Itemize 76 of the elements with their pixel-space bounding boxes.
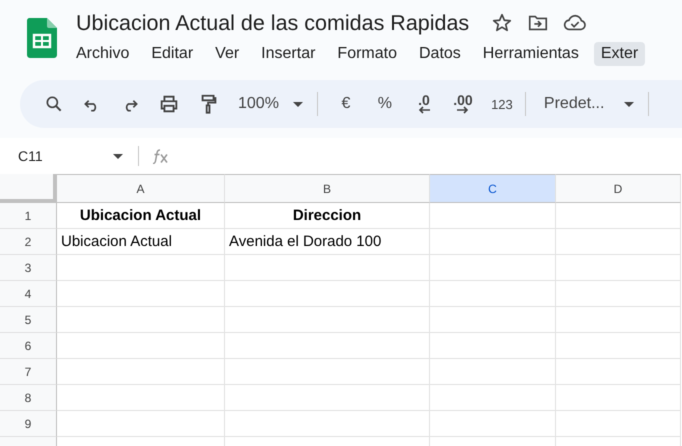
table-cell[interactable]: [57, 385, 225, 411]
table-cell[interactable]: [556, 333, 681, 359]
table-cell[interactable]: [430, 385, 556, 411]
row-header[interactable]: 9: [0, 411, 57, 437]
row-header[interactable]: 4: [0, 281, 57, 307]
row-header[interactable]: 6: [0, 333, 57, 359]
column-header[interactable]: B: [225, 174, 430, 203]
row-header[interactable]: 8: [0, 385, 57, 411]
table-cell[interactable]: Ubicacion Actual: [57, 203, 225, 229]
table-cell[interactable]: [225, 307, 430, 333]
table-cell[interactable]: [430, 281, 556, 307]
table-cell[interactable]: [430, 411, 556, 437]
table-cell[interactable]: [556, 203, 681, 229]
table-cell[interactable]: [556, 229, 681, 255]
number-format-button[interactable]: 123: [486, 96, 518, 112]
print-icon[interactable]: [158, 93, 180, 115]
table-cell[interactable]: Ubicacion Actual: [57, 229, 225, 255]
table-cell[interactable]: [556, 255, 681, 281]
column-header[interactable]: A: [57, 174, 225, 203]
table-cell[interactable]: [225, 281, 430, 307]
table-cell[interactable]: [556, 359, 681, 385]
row-header[interactable]: 7: [0, 359, 57, 385]
column-header[interactable]: D: [556, 174, 681, 203]
table-cell[interactable]: [430, 333, 556, 359]
table-cell[interactable]: Avenida el Dorado 100: [225, 229, 430, 255]
table-cell[interactable]: [225, 359, 430, 385]
menu-item[interactable]: Archivo: [69, 42, 136, 66]
right-arrow-icon: [456, 106, 469, 114]
table-cell[interactable]: [556, 411, 681, 437]
table-cell[interactable]: [556, 307, 681, 333]
menu-item[interactable]: Herramientas: [476, 42, 586, 66]
table-cell[interactable]: [430, 255, 556, 281]
caret-icon: [624, 102, 634, 106]
table-cell[interactable]: Direccion: [225, 203, 430, 229]
menu-item[interactable]: Formato: [330, 42, 404, 66]
menu-item[interactable]: Datos: [412, 42, 468, 66]
search-icon[interactable]: [44, 94, 64, 114]
column-header[interactable]: C: [430, 174, 556, 203]
row-header[interactable]: 3: [0, 255, 57, 281]
menu-item[interactable]: Exter: [594, 42, 646, 66]
sheets-logo-icon[interactable]: [27, 18, 57, 58]
menu-item[interactable]: Editar: [144, 42, 200, 66]
table-cell[interactable]: [430, 307, 556, 333]
table-cell[interactable]: [57, 411, 225, 437]
zoom-dropdown[interactable]: 100%: [238, 95, 303, 113]
table-cell[interactable]: [57, 333, 225, 359]
menu-item[interactable]: Insertar: [254, 42, 322, 66]
caret-icon: [292, 102, 303, 106]
currency-button[interactable]: €: [330, 95, 362, 113]
table-cell[interactable]: [430, 203, 556, 229]
table-cell[interactable]: [225, 255, 430, 281]
table-cell[interactable]: [57, 281, 225, 307]
percent-button[interactable]: %: [368, 95, 401, 113]
font-dropdown[interactable]: Predet...: [544, 95, 634, 113]
select-all-corner[interactable]: [0, 174, 57, 203]
table-cell[interactable]: [430, 229, 556, 255]
star-icon[interactable]: [491, 12, 514, 34]
caret-icon: [112, 154, 123, 158]
decrease-decimals-button[interactable]: .0: [408, 94, 440, 114]
name-box[interactable]: C11: [18, 148, 123, 164]
increase-decimals-button[interactable]: .00: [446, 94, 479, 114]
table-cell[interactable]: [556, 385, 681, 411]
table-cell[interactable]: [57, 255, 225, 281]
row-header[interactable]: 1: [0, 203, 57, 229]
table-cell[interactable]: [556, 281, 681, 307]
table-cell[interactable]: [430, 359, 556, 385]
table-cell[interactable]: [225, 333, 430, 359]
table-cell[interactable]: [225, 385, 430, 411]
document-title[interactable]: Ubicacion Actual de las comidas Rapidas: [76, 10, 470, 36]
menu-item[interactable]: Ver: [208, 42, 246, 66]
row-header[interactable]: 5: [0, 307, 57, 333]
row-header[interactable]: 2: [0, 229, 57, 255]
table-cell[interactable]: [57, 307, 225, 333]
table-cell[interactable]: [225, 411, 430, 437]
left-arrow-icon: [418, 106, 430, 114]
table-cell[interactable]: [57, 359, 225, 385]
